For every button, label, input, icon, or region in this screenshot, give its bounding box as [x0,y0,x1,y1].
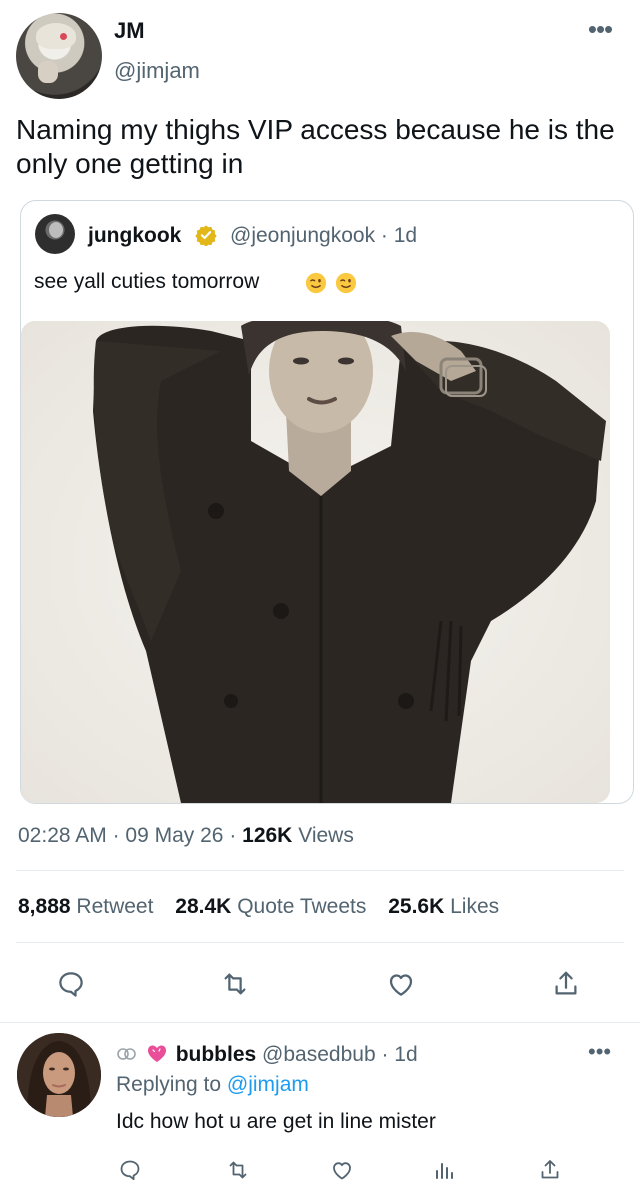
retweet-icon[interactable] [220,969,250,999]
author-name[interactable]: JM [114,18,145,44]
quoted-author-handle[interactable]: @jeonjungkook · 1d [230,224,417,248]
tweet-metadata: 02:28 AM · 09 May 26 · 126K Views [18,824,354,848]
reply-avatar-image [17,1033,101,1117]
avatar-hand [38,61,58,83]
analytics-icon[interactable] [432,1158,456,1182]
quoted-tweet-photo[interactable] [21,321,610,803]
views-count: 126K [242,824,293,847]
reply-author-avatar[interactable] [17,1033,101,1117]
like-icon[interactable] [330,1158,354,1182]
avatar-face [49,222,63,238]
engagement-stats: 8,888 Retweet 28.4K Quote Tweets 25.6K L… [18,895,515,919]
avatar-hair-clip [60,33,67,40]
likes-count: 25.6K [388,895,445,918]
share-icon[interactable] [551,969,581,999]
separator-dot: · [229,824,243,847]
views-label: Views [298,824,354,847]
replying-to-line: Replying to @jimjam [116,1073,309,1097]
reply-icon[interactable] [118,1158,142,1182]
like-icon[interactable] [386,969,416,999]
heart-emoji-icon [144,1043,176,1066]
replying-to-label: Replying to [116,1073,222,1096]
retweets-label: Retweet [76,895,154,918]
divider [16,942,624,943]
photo-illustration [21,321,610,803]
reply-icon[interactable] [56,969,86,999]
divider [0,1022,640,1023]
reply-author-name[interactable]: bubbles [176,1043,257,1066]
retweets-count: 8,888 [18,895,71,918]
author-handle[interactable]: @jimjam [114,58,200,84]
separator-dot: · [112,824,126,847]
author-avatar[interactable] [16,13,102,99]
tweet-date: 09 May 26 [125,824,224,847]
quoted-author-name[interactable]: jungkook [88,224,181,248]
quoted-author-avatar[interactable] [35,214,75,254]
quote-tweets-label: Quote Tweets [237,895,367,918]
winking-face-emoji-icon [305,272,327,294]
reply-text: Idc how hot u are get in line mister [116,1110,436,1133]
retweets-stat[interactable]: 8,888 Retweet [18,895,153,918]
tweet-text: Naming my thighs VIP access because he i… [16,114,615,179]
likes-label: Likes [450,895,500,918]
quote-tweets-stat[interactable]: 28.4K Quote Tweets [175,895,366,918]
divider [16,870,624,871]
share-icon[interactable] [538,1158,562,1182]
likes-stat[interactable]: 25.6K Likes [388,895,499,918]
quoted-tweet-text: see yall cuties tomorrow [34,270,260,293]
winking-face-emoji-icon [335,272,357,294]
more-options-icon[interactable]: ••• [580,16,620,46]
reply-more-options-icon[interactable]: ••• [588,1041,611,1063]
avatar-hair [36,23,76,49]
verified-badge-icon [195,225,217,246]
reply-author-handle[interactable]: @basedbub · 1d [262,1043,418,1066]
retweet-icon[interactable] [226,1158,250,1182]
quote-tweets-count: 28.4K [175,895,232,918]
tweet-time: 02:28 AM [18,824,107,847]
reply-header: bubbles @basedbub · 1d [116,1042,418,1067]
replying-to-handle-link[interactable]: @jimjam [227,1073,309,1096]
link-icon [116,1043,144,1066]
